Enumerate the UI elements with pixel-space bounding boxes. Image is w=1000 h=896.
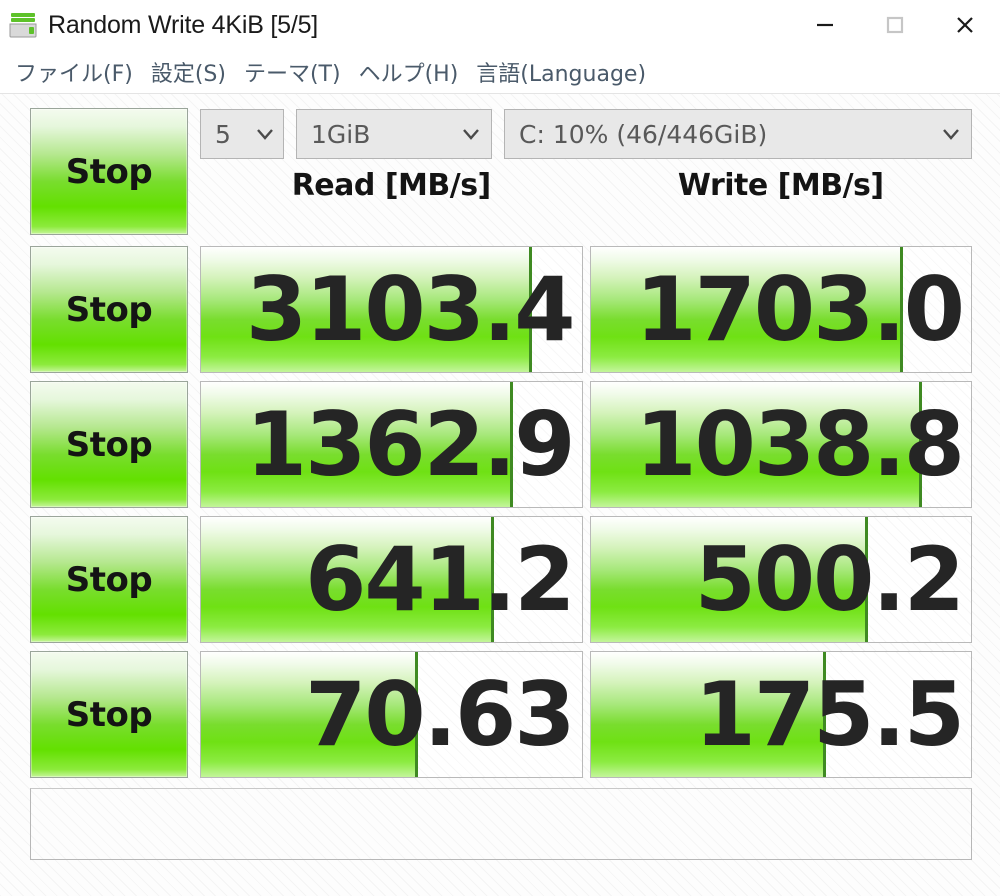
- write-bar: 175.5: [589, 651, 972, 778]
- status-bar: [30, 788, 972, 860]
- menu-item-language[interactable]: 言語(Language): [467, 56, 655, 88]
- write-bar-value: 175.5: [694, 662, 965, 766]
- write-column-header: Write [MB/s]: [677, 168, 884, 203]
- disk-drive-icon: [8, 11, 38, 39]
- result-row: Stop 3103.4 1703.0: [30, 246, 972, 373]
- write-bar: 1703.0: [589, 246, 972, 373]
- menu-item-theme[interactable]: テーマ(T): [235, 56, 350, 88]
- chevron-down-icon: [255, 127, 275, 141]
- all-stop-button[interactable]: Stop: [30, 108, 188, 235]
- read-bar-value: 1362.9: [245, 392, 576, 496]
- write-bar: 1038.8: [589, 381, 972, 508]
- selectors-and-headers: 5 1GiB C: 10% (46/446GiB) Read [MB/s] Wr…: [188, 108, 972, 203]
- maximize-icon: [860, 0, 930, 50]
- result-row: Stop 1362.9 1038.8: [30, 381, 972, 508]
- column-headers: Read [MB/s] Write [MB/s]: [200, 168, 972, 203]
- toolbar-row: Stop 5 1GiB C: 10% (46/446GiB) Read [MB/…: [30, 108, 972, 238]
- close-icon[interactable]: [930, 0, 1000, 50]
- write-bar-value: 1703.0: [635, 257, 965, 361]
- write-bar-value: 1038.8: [635, 392, 965, 496]
- seq-stop-button[interactable]: Stop: [30, 381, 188, 508]
- read-bar: 1362.9: [200, 381, 583, 508]
- chevron-down-icon: [461, 127, 481, 141]
- read-bar-value: 641.2: [305, 527, 575, 631]
- window-controls: [790, 0, 1000, 50]
- result-row: Stop 641.2 500.2: [30, 516, 972, 643]
- result-bars: 1362.9 1038.8: [188, 381, 972, 508]
- read-bar: 70.63: [200, 651, 583, 778]
- test-count-select[interactable]: 5: [200, 109, 284, 159]
- drive-value: C: 10% (46/446GiB): [519, 119, 768, 149]
- chevron-down-icon: [941, 127, 961, 141]
- minimize-icon[interactable]: [790, 0, 860, 50]
- drive-select[interactable]: C: 10% (46/446GiB): [504, 109, 972, 159]
- selector-line: 5 1GiB C: 10% (46/446GiB): [200, 108, 972, 160]
- seq-stop-button[interactable]: Stop: [30, 246, 188, 373]
- menubar: ファイル(F) 設定(S) テーマ(T) ヘルプ(H) 言語(Language): [0, 50, 1000, 94]
- titlebar: Random Write 4KiB [5/5]: [0, 0, 1000, 50]
- read-bar-value: 3103.4: [245, 257, 576, 361]
- result-bars: 70.63 175.5: [188, 651, 972, 778]
- write-bar: 500.2: [589, 516, 972, 643]
- write-bar-value: 500.2: [694, 527, 965, 631]
- rnd-stop-button[interactable]: Stop: [30, 516, 188, 643]
- rnd-stop-button[interactable]: Stop: [30, 651, 188, 778]
- read-bar-value: 70.63: [305, 662, 575, 766]
- read-column-header: Read [MB/s]: [291, 168, 492, 203]
- test-size-select[interactable]: 1GiB: [296, 109, 492, 159]
- window-title: Random Write 4KiB [5/5]: [48, 10, 319, 39]
- menu-item-settings[interactable]: 設定(S): [142, 56, 235, 88]
- menu-item-help[interactable]: ヘルプ(H): [350, 56, 468, 88]
- result-bars: 3103.4 1703.0: [188, 246, 972, 373]
- crystaldiskmark-window: Random Write 4KiB [5/5] ファイル(F) 設定(S) テー…: [0, 0, 1000, 896]
- menu-item-file[interactable]: ファイル(F): [6, 56, 142, 88]
- test-size-value: 1GiB: [311, 119, 371, 149]
- read-bar: 641.2: [200, 516, 583, 643]
- read-bar: 3103.4: [200, 246, 583, 373]
- test-count-value: 5: [215, 119, 231, 149]
- result-row: Stop 70.63 175.5: [30, 651, 972, 778]
- main-content: Stop 5 1GiB C: 10% (46/446GiB) Read [MB/…: [0, 94, 1000, 896]
- result-bars: 641.2 500.2: [188, 516, 972, 643]
